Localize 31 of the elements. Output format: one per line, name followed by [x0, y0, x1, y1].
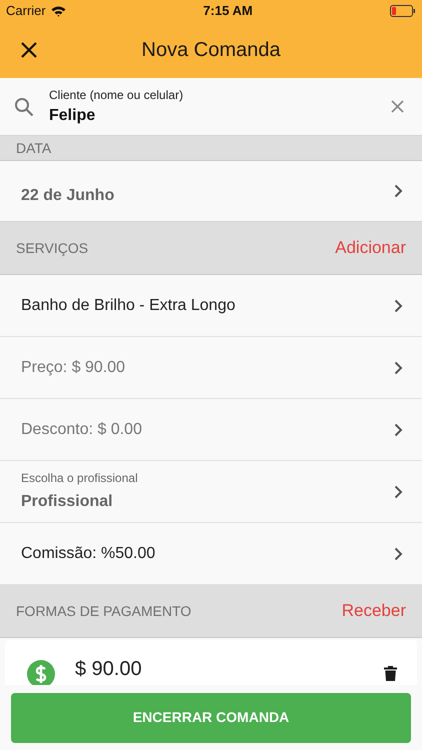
field-value: Felipe [49, 106, 96, 126]
row-caption: Escolha o profissional [21, 470, 138, 487]
chevron-right-icon [394, 360, 403, 374]
row-text: Preço: $ 90.00 [21, 358, 126, 378]
date-value: 22 de Junho [21, 186, 114, 206]
chevron-right-icon [394, 298, 403, 312]
section-action-link[interactable]: Receber [342, 598, 406, 624]
section-action-link[interactable]: Adicionar [335, 235, 406, 261]
section-title: DATA [16, 138, 52, 158]
carrier-label: Carrier [6, 2, 46, 20]
row-text: Desconto: $ 0.00 [21, 420, 142, 440]
battery-icon [390, 5, 416, 17]
close-order-button[interactable]: ENCERRAR COMANDA [11, 692, 411, 742]
chevron-right-icon [394, 184, 403, 198]
section-title: SERVIÇOS [16, 238, 88, 258]
clear-icon[interactable] [391, 100, 404, 113]
chevron-right-icon [394, 422, 403, 436]
chevron-right-icon [394, 546, 403, 560]
close-icon [21, 42, 37, 58]
screen-title: Nova Comanda [142, 38, 280, 63]
search-icon [14, 96, 34, 116]
clock-time: 7:15 AM [203, 2, 253, 20]
wifi-icon [50, 6, 66, 16]
field-label: Cliente (nome ou celular) [49, 86, 184, 104]
row-text: Comissão: %50.00 [21, 544, 156, 564]
row-text: Profissional [21, 492, 114, 512]
row-text: Banho de Brilho - Extra Longo [21, 296, 236, 316]
section-title: FORMAS DE PAGAMENTO [16, 602, 192, 620]
trash-icon[interactable] [384, 666, 397, 681]
payment-amount: $ 90.00 [75, 657, 143, 682]
chevron-right-icon [394, 484, 403, 498]
